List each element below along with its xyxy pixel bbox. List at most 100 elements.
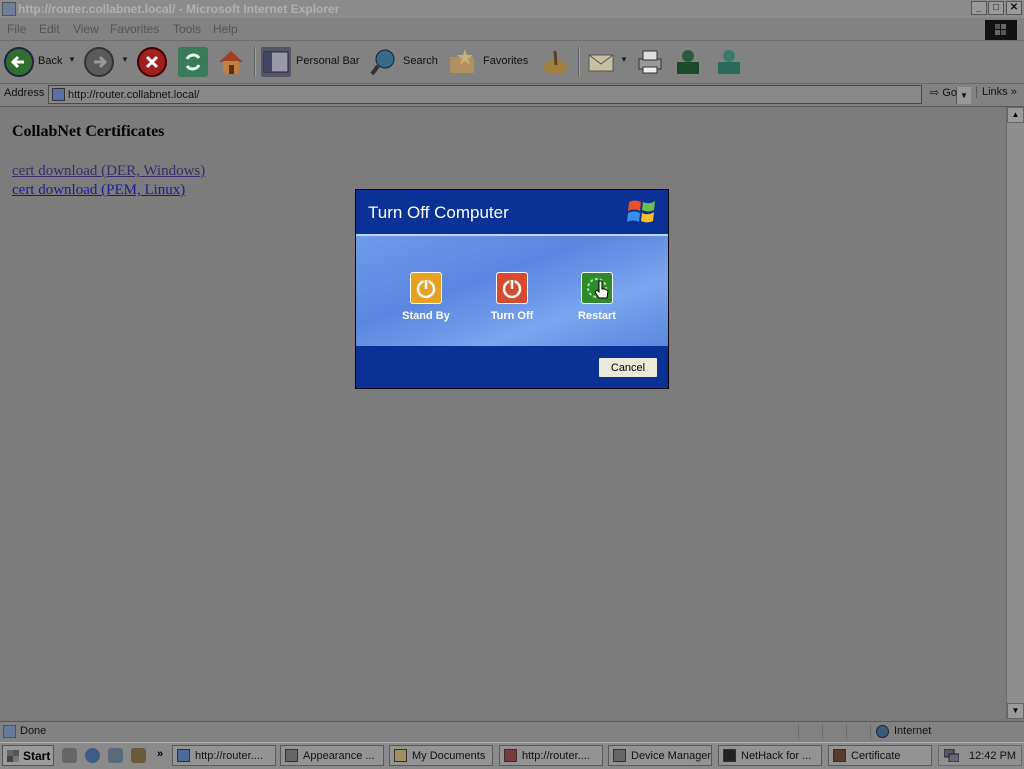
messenger-icon[interactable]: [673, 47, 703, 77]
ie-quicklaunch-icon[interactable]: [85, 748, 100, 763]
task-appearance[interactable]: Appearance ...: [280, 745, 384, 766]
address-dropdown-icon[interactable]: ▼: [956, 87, 971, 104]
mail-dropdown-icon[interactable]: ▼: [620, 55, 628, 64]
address-input[interactable]: [68, 87, 898, 102]
vertical-scrollbar[interactable]: ▲ ▼: [1006, 107, 1024, 719]
task-my-documents[interactable]: My Documents: [389, 745, 493, 766]
favorites-button-label[interactable]: Favorites: [483, 55, 528, 67]
stand-by-label[interactable]: Stand By: [386, 310, 466, 322]
links-label: Links: [982, 86, 1008, 98]
dialog-title: Turn Off Computer: [368, 203, 509, 222]
back-button-label[interactable]: Back: [38, 55, 62, 67]
status-panel: [822, 724, 823, 739]
cert-download-pem-link[interactable]: cert download (PEM, Linux): [12, 182, 185, 199]
address-bar: Address ▼ ⇨ Go Links »: [0, 84, 1024, 107]
ie-page-icon: [504, 749, 517, 762]
task-label: Appearance ...: [303, 750, 375, 762]
turn-off-button[interactable]: [496, 272, 528, 304]
stand-by-button[interactable]: [410, 272, 442, 304]
menu-favorites[interactable]: Favorites: [110, 22, 159, 36]
clock[interactable]: 12:42 PM: [969, 750, 1016, 762]
toolbar-separator: [254, 47, 256, 77]
favorites-icon[interactable]: [447, 47, 477, 77]
menu-tools[interactable]: Tools: [173, 22, 201, 36]
history-icon[interactable]: [540, 47, 570, 77]
turn-off-label[interactable]: Turn Off: [472, 310, 552, 322]
task-ie-window-2[interactable]: http://router....: [499, 745, 603, 766]
menu-bar: File Edit View Favorites Tools Help: [0, 18, 1024, 41]
power-icon: [502, 279, 522, 299]
links-button[interactable]: Links »: [976, 86, 1017, 98]
task-ie-window[interactable]: http://router....: [172, 745, 276, 766]
task-label: http://router....: [195, 750, 263, 762]
menu-file[interactable]: File: [7, 22, 26, 36]
folder-icon: [394, 749, 407, 762]
status-panel: [870, 724, 871, 739]
personal-bar-label[interactable]: Personal Bar: [296, 55, 360, 67]
certificate-icon: [833, 749, 846, 762]
stop-icon[interactable]: [137, 47, 167, 77]
refresh-icon[interactable]: [178, 47, 208, 77]
system-tray: 12:42 PM: [938, 745, 1022, 766]
mail-icon[interactable]: [586, 47, 616, 77]
menu-help[interactable]: Help: [213, 22, 238, 36]
dialog-header: Turn Off Computer: [356, 190, 668, 234]
start-label: Start: [23, 749, 51, 763]
task-label: Certificate: [851, 750, 901, 762]
quicklaunch-overflow-icon[interactable]: »: [157, 748, 163, 760]
task-certificate[interactable]: Certificate: [828, 745, 932, 766]
maximize-button[interactable]: □: [988, 1, 1004, 15]
standard-toolbar: Back ▼ ▼ Personal Bar Search Favorites ▼: [0, 41, 1024, 84]
back-dropdown-icon[interactable]: ▼: [68, 55, 76, 64]
links-chevron-icon: »: [1010, 86, 1017, 98]
network-tray-icon[interactable]: [943, 748, 960, 765]
personal-bar-icon[interactable]: [261, 47, 291, 77]
turn-off-dialog: Turn Off Computer Stand By Turn Off Rest…: [355, 189, 669, 389]
task-nethack[interactable]: NetHack for ...: [718, 745, 822, 766]
forward-dropdown-icon[interactable]: ▼: [121, 55, 129, 64]
windows-throbber-icon: [985, 20, 1017, 40]
task-label: NetHack for ...: [741, 750, 812, 762]
taskbar: Start » http://router.... Appearance ...…: [0, 742, 1024, 769]
back-arrow-icon[interactable]: [4, 47, 34, 77]
scroll-down-icon[interactable]: ▼: [1007, 703, 1024, 719]
close-window-button[interactable]: ✕: [1006, 1, 1022, 15]
toolbar-separator: [578, 47, 580, 77]
go-button[interactable]: ⇨ Go: [930, 86, 957, 99]
task-label: My Documents: [412, 750, 486, 762]
status-panel: [798, 724, 799, 739]
discuss-icon[interactable]: [714, 47, 744, 77]
hand-cursor-icon: [594, 280, 610, 303]
menu-view[interactable]: View: [73, 22, 99, 36]
internet-zone-icon: [876, 725, 889, 741]
menu-edit[interactable]: Edit: [39, 22, 60, 36]
cert-download-der-link[interactable]: cert download (DER, Windows): [12, 163, 205, 180]
home-icon[interactable]: [216, 47, 246, 77]
media-quicklaunch-icon[interactable]: [131, 748, 146, 763]
show-desktop-icon[interactable]: [62, 748, 77, 763]
nethack-icon: [723, 749, 736, 762]
security-zone-label: Internet: [894, 725, 932, 737]
status-text: Done: [20, 725, 47, 737]
print-icon[interactable]: [634, 47, 664, 77]
ie-window-icon[interactable]: [2, 2, 16, 16]
search-button-label[interactable]: Search: [403, 55, 438, 67]
forward-arrow-icon[interactable]: [84, 47, 114, 77]
cancel-button[interactable]: Cancel: [598, 357, 658, 378]
task-label: http://router....: [522, 750, 590, 762]
search-icon[interactable]: [369, 47, 399, 77]
start-button[interactable]: Start: [2, 745, 54, 766]
status-bar: Done Internet: [0, 721, 1024, 742]
restart-label[interactable]: Restart: [557, 310, 637, 322]
explorer-quicklaunch-icon[interactable]: [108, 748, 123, 763]
window-title: http://router.collabnet.local/ - Microso…: [18, 2, 340, 16]
page-icon: [52, 88, 65, 101]
scroll-up-icon[interactable]: ▲: [1007, 107, 1024, 123]
task-device-manager[interactable]: Device Manager: [608, 745, 712, 766]
display-properties-icon: [285, 749, 298, 762]
windows-logo-icon: [7, 750, 19, 762]
address-field[interactable]: ▼: [48, 85, 971, 104]
go-label: Go: [942, 87, 957, 99]
ie-page-icon: [177, 749, 190, 762]
minimize-button[interactable]: _: [971, 1, 987, 15]
